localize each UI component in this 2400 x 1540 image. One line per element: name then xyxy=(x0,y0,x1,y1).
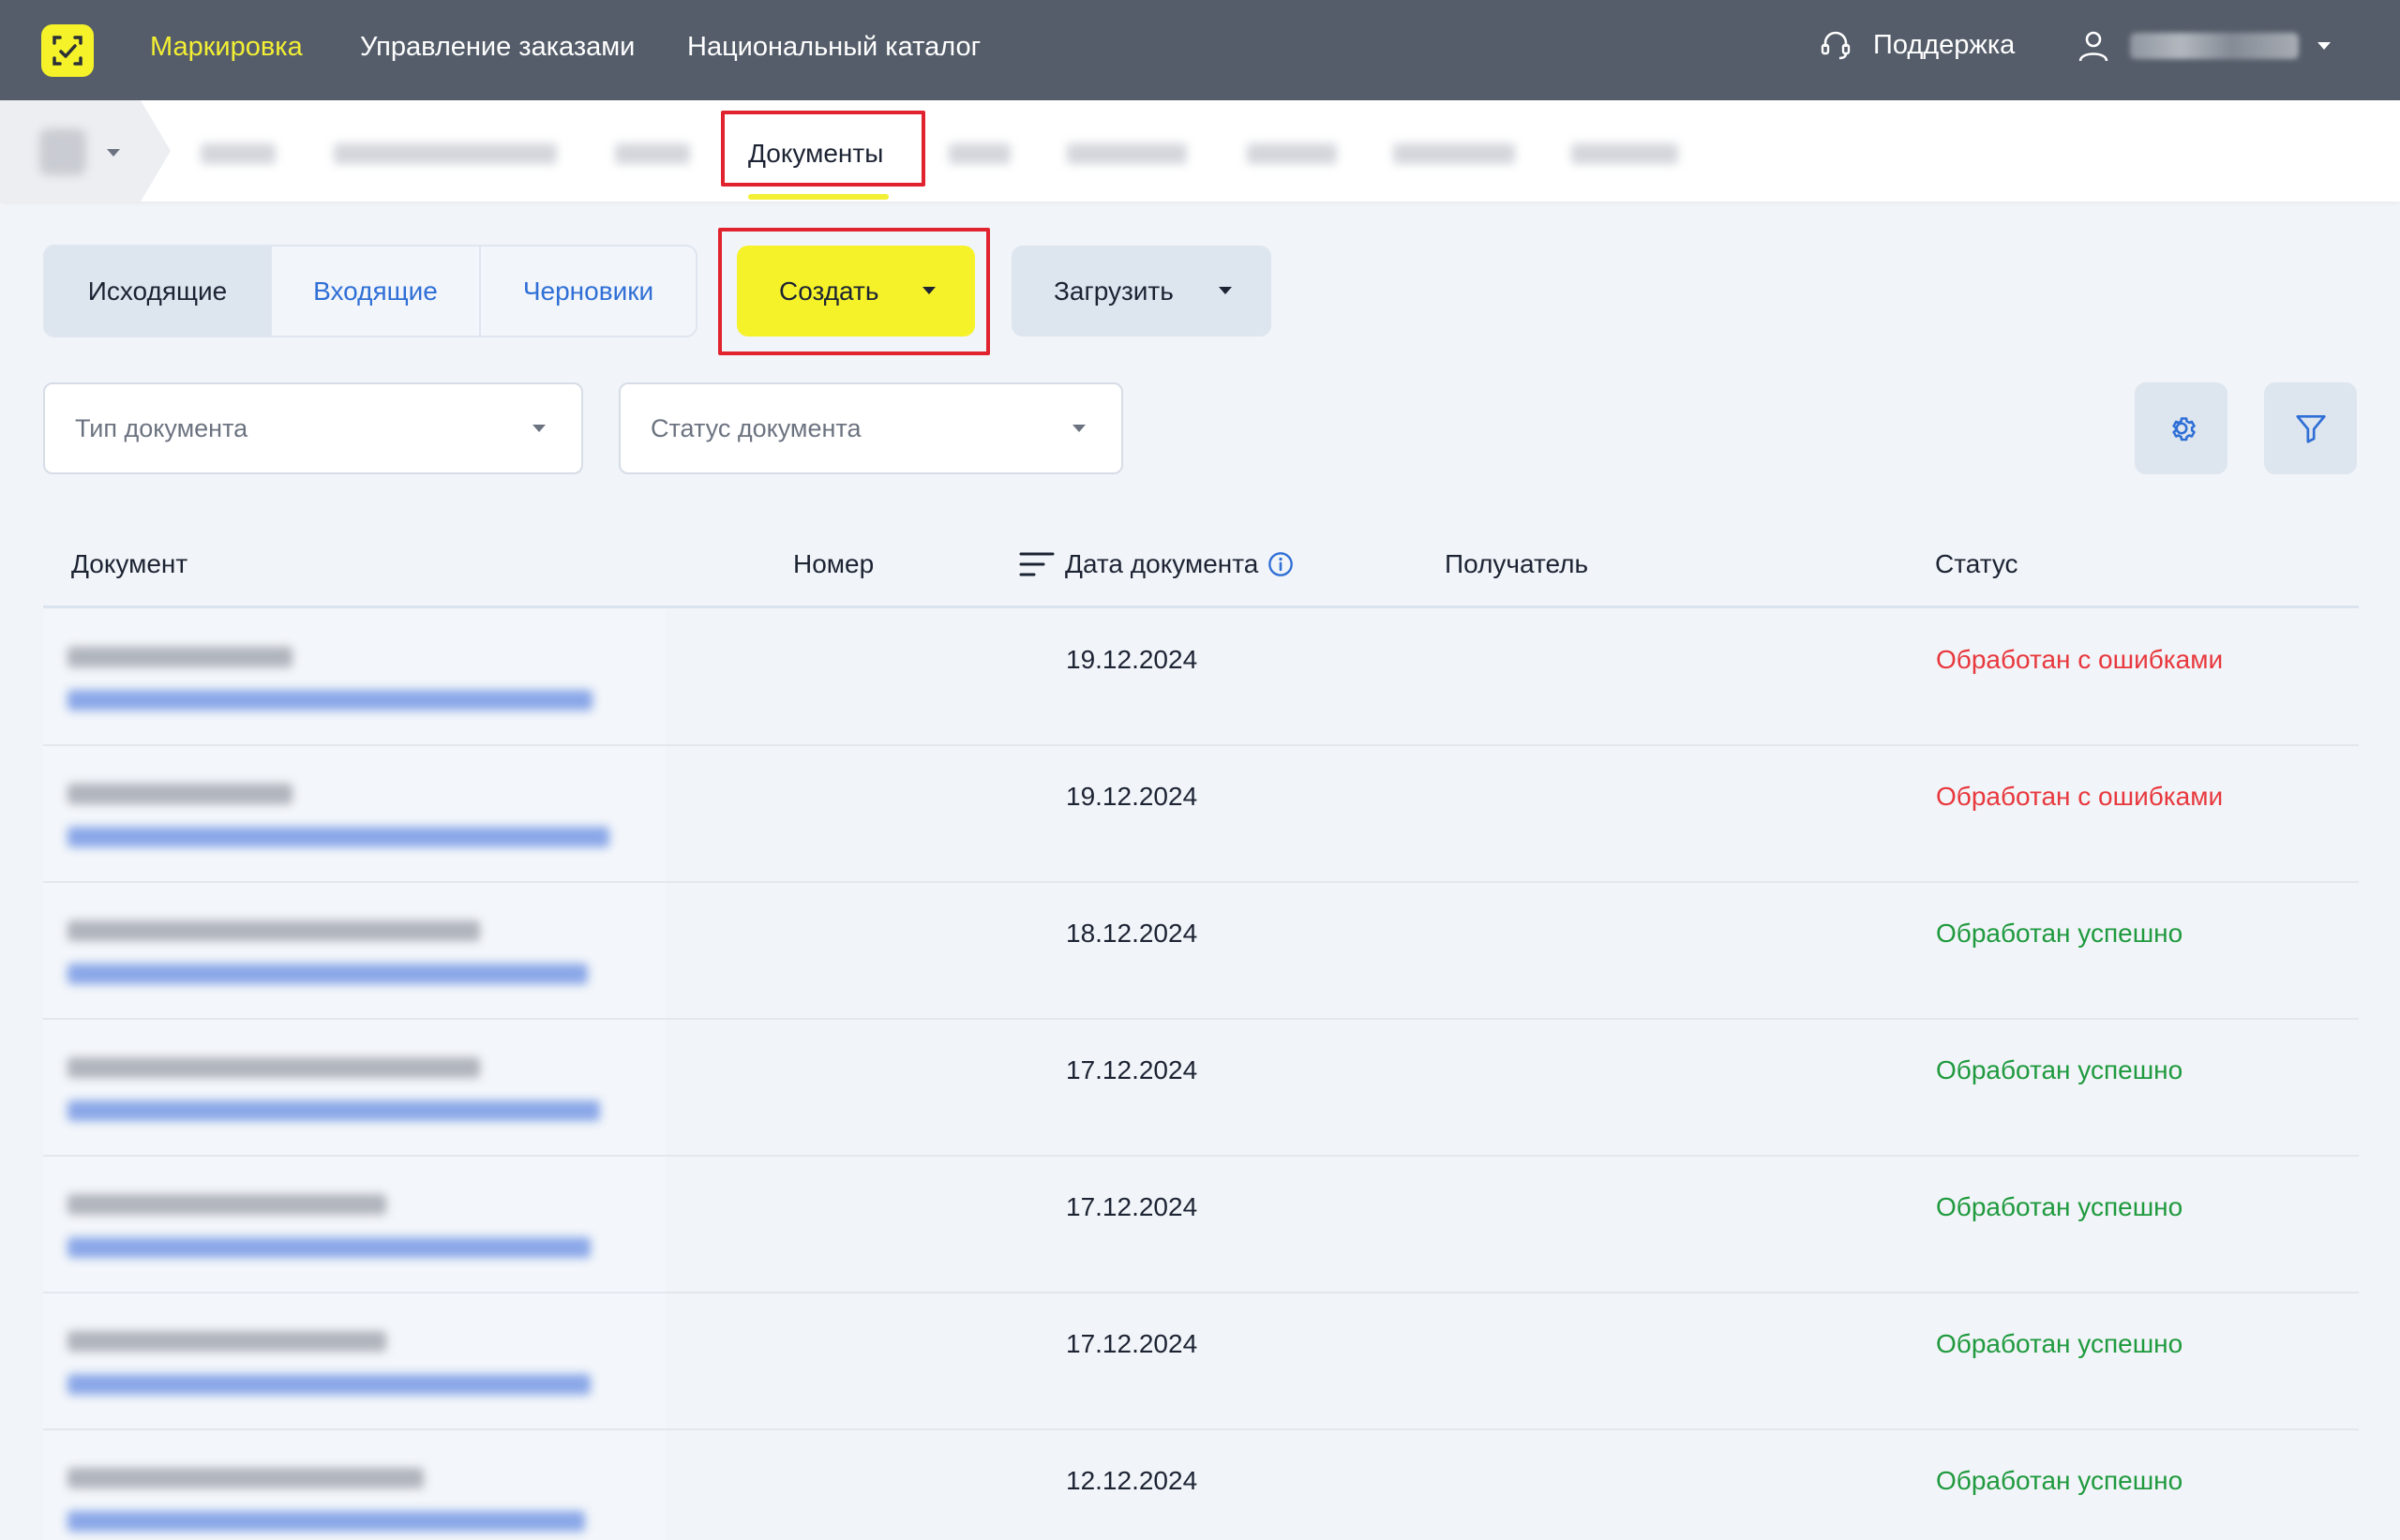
document-cell xyxy=(43,883,666,1020)
column-header-date[interactable]: Дата документа xyxy=(1019,549,1294,579)
app-logo[interactable] xyxy=(41,24,94,77)
document-cell xyxy=(43,1157,666,1293)
document-name-redacted xyxy=(68,1331,386,1352)
table-header-divider xyxy=(43,606,2359,608)
document-cell xyxy=(43,1293,666,1430)
document-id-link-redacted[interactable] xyxy=(68,964,588,984)
table-row[interactable]: 17.12.2024 Обработан успешно xyxy=(43,1157,2359,1293)
table-row[interactable]: 12.12.2024 Обработан успешно xyxy=(43,1430,2359,1540)
subnav-item-redacted[interactable] xyxy=(201,143,276,164)
column-header-recipient[interactable]: Получатель xyxy=(1445,549,1588,579)
gear-icon xyxy=(2171,417,2196,441)
document-date: 19.12.2024 xyxy=(1066,645,1198,674)
document-name-redacted xyxy=(68,784,292,804)
organization-avatar-redacted xyxy=(39,128,86,175)
direction-tabs: Исходящие Входящие Черновики xyxy=(43,245,698,337)
column-header-date-label: Дата документа xyxy=(1065,549,1259,578)
document-name-redacted xyxy=(68,1468,424,1488)
subnav-item-redacted[interactable] xyxy=(1571,143,1678,164)
column-header-document[interactable]: Документ xyxy=(71,549,188,579)
table-settings-button[interactable] xyxy=(2135,382,2228,474)
document-name-redacted xyxy=(68,1194,386,1215)
table-row[interactable]: 17.12.2024 Обработан успешно xyxy=(43,1293,2359,1430)
active-tab-indicator xyxy=(748,194,889,200)
document-date: 19.12.2024 xyxy=(1066,782,1198,811)
document-date: 18.12.2024 xyxy=(1066,919,1198,948)
status-badge: Обработан успешно xyxy=(1936,1329,2183,1358)
column-header-number[interactable]: Номер xyxy=(793,549,874,579)
upload-button[interactable]: Загрузить xyxy=(1012,246,1271,336)
create-button[interactable]: Создать xyxy=(737,246,975,336)
support-link[interactable]: Поддержка xyxy=(1819,28,2015,62)
table-row[interactable]: 19.12.2024 Обработан с ошибками xyxy=(43,609,2359,746)
chevron-down-icon xyxy=(922,287,936,294)
top-navigation-bar: Маркировка Управление заказами Националь… xyxy=(0,0,2400,100)
document-date: 17.12.2024 xyxy=(1066,1055,1198,1084)
chevron-down-icon xyxy=(1219,287,1232,294)
subnav-item-redacted[interactable] xyxy=(615,143,690,164)
document-cell xyxy=(43,746,666,883)
tab-outgoing[interactable]: Исходящие xyxy=(45,247,272,336)
subnav-item-redacted[interactable] xyxy=(1067,143,1187,164)
document-type-select[interactable]: Тип документа xyxy=(43,382,583,474)
document-id-link-redacted[interactable] xyxy=(68,1374,591,1395)
document-cell xyxy=(43,609,666,746)
subnav-item-redacted[interactable] xyxy=(949,143,1011,164)
topnav-item-catalog[interactable]: Национальный каталог xyxy=(687,32,981,63)
document-date: 12.12.2024 xyxy=(1066,1466,1198,1495)
filter-icon xyxy=(2295,414,2326,443)
status-badge: Обработан успешно xyxy=(1936,1466,2183,1495)
status-badge: Обработан успешно xyxy=(1936,919,2183,948)
create-button-label: Создать xyxy=(779,276,879,306)
table-row[interactable]: 17.12.2024 Обработан успешно xyxy=(43,1020,2359,1157)
chevron-down-icon xyxy=(532,425,546,432)
support-label: Поддержка xyxy=(1873,29,2016,60)
info-icon[interactable] xyxy=(1268,551,1294,577)
document-date: 17.12.2024 xyxy=(1066,1329,1198,1358)
document-date: 17.12.2024 xyxy=(1066,1192,1198,1221)
sort-icon[interactable] xyxy=(1019,549,1055,579)
document-cell xyxy=(43,1020,666,1157)
document-status-placeholder: Статус документа xyxy=(651,413,862,442)
document-name-redacted xyxy=(68,647,292,667)
user-menu[interactable] xyxy=(2076,28,2331,64)
user-icon xyxy=(2078,31,2108,62)
subnav-item-redacted[interactable] xyxy=(1393,143,1515,164)
headset-icon xyxy=(1821,31,1851,60)
document-id-link-redacted[interactable] xyxy=(68,827,609,847)
document-name-redacted xyxy=(68,920,480,941)
status-badge: Обработан с ошибками xyxy=(1936,782,2224,811)
organization-switcher[interactable] xyxy=(0,100,171,202)
topnav-item-marking[interactable]: Маркировка xyxy=(150,32,303,63)
chevron-down-icon xyxy=(2318,42,2331,50)
table-row[interactable]: 18.12.2024 Обработан успешно xyxy=(43,883,2359,1020)
document-id-link-redacted[interactable] xyxy=(68,690,592,710)
document-id-link-redacted[interactable] xyxy=(68,1511,585,1532)
column-header-status[interactable]: Статус xyxy=(1935,549,2018,579)
filter-button[interactable] xyxy=(2264,382,2357,474)
document-type-placeholder: Тип документа xyxy=(75,413,248,442)
document-name-redacted xyxy=(68,1057,480,1078)
document-id-link-redacted[interactable] xyxy=(68,1100,600,1121)
chevron-down-icon xyxy=(1072,425,1086,432)
table-row[interactable]: 19.12.2024 Обработан с ошибками xyxy=(43,746,2359,883)
upload-button-label: Загрузить xyxy=(1054,276,1174,306)
tab-drafts[interactable]: Черновики xyxy=(481,247,696,336)
status-badge: Обработан успешно xyxy=(1936,1192,2183,1221)
document-status-select[interactable]: Статус документа xyxy=(619,382,1123,474)
user-name-redacted xyxy=(2130,33,2299,59)
section-navigation-bar xyxy=(0,100,2400,202)
tab-documents[interactable]: Документы xyxy=(748,139,883,169)
status-badge: Обработан с ошибками xyxy=(1936,645,2224,674)
tab-incoming[interactable]: Входящие xyxy=(272,247,481,336)
subnav-item-redacted[interactable] xyxy=(334,143,557,164)
status-badge: Обработан успешно xyxy=(1936,1055,2183,1084)
document-id-link-redacted[interactable] xyxy=(68,1237,591,1258)
topnav-item-orders[interactable]: Управление заказами xyxy=(360,32,635,63)
subnav-item-redacted[interactable] xyxy=(1247,143,1337,164)
chevron-down-icon xyxy=(107,149,120,157)
logo-icon xyxy=(52,36,82,66)
